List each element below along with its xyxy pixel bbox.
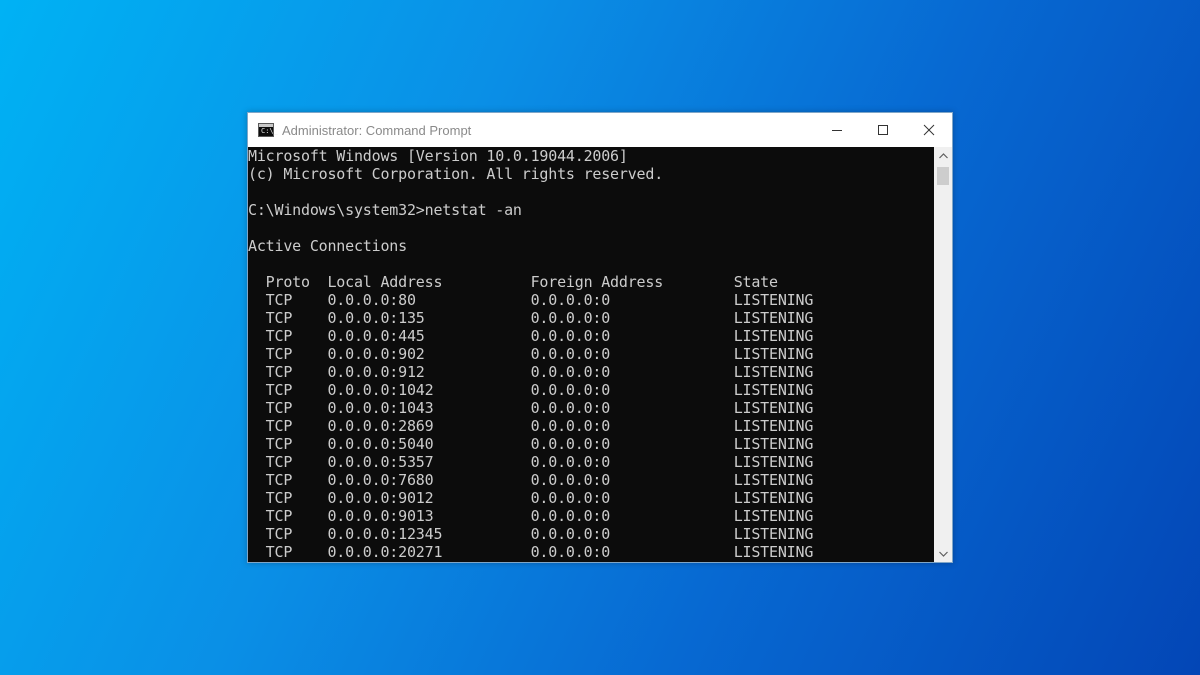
maximize-button[interactable] [860,113,906,147]
scroll-down-button[interactable] [934,545,952,562]
console-line: TCP 0.0.0.0:9013 0.0.0.0:0 LISTENING [248,507,814,525]
scroll-up-button[interactable] [934,147,952,164]
console-line: TCP 0.0.0.0:5357 0.0.0.0:0 LISTENING [248,453,814,471]
maximize-icon [878,125,888,135]
scrollbar-thumb[interactable] [937,167,949,185]
scroll-up-arrow-icon [938,152,948,158]
console-line: TCP 0.0.0.0:1042 0.0.0.0:0 LISTENING [248,381,814,399]
console-line: TCP 0.0.0.0:9012 0.0.0.0:0 LISTENING [248,489,814,507]
console-line: TCP 0.0.0.0:445 0.0.0.0:0 LISTENING [248,327,814,345]
window-title: Administrator: Command Prompt [282,122,472,138]
console-line: TCP 0.0.0.0:12345 0.0.0.0:0 LISTENING [248,525,814,543]
console-line: TCP 0.0.0.0:5040 0.0.0.0:0 LISTENING [248,435,814,453]
console-line: Microsoft Windows [Version 10.0.19044.20… [248,147,628,165]
console-line: TCP 0.0.0.0:2869 0.0.0.0:0 LISTENING [248,417,814,435]
console-line: TCP 0.0.0.0:1043 0.0.0.0:0 LISTENING [248,399,814,417]
console-line: Active Connections [248,237,407,255]
console-lines: Microsoft Windows [Version 10.0.19044.20… [248,147,934,561]
console-line: TCP 0.0.0.0:912 0.0.0.0:0 LISTENING [248,363,814,381]
console-line: C:\Windows\system32>netstat -an [248,201,522,219]
console-line: TCP 0.0.0.0:20271 0.0.0.0:0 LISTENING [248,543,814,561]
console-line: TCP 0.0.0.0:7680 0.0.0.0:0 LISTENING [248,471,814,489]
close-icon [923,124,935,136]
vertical-scrollbar[interactable] [934,147,952,562]
console-line: Proto Local Address Foreign Address Stat… [248,273,778,291]
command-prompt-window: C:\_ Administrator: Command Prompt Micro… [247,112,953,563]
close-button[interactable] [906,113,952,147]
console-line: (c) Microsoft Corporation. All rights re… [248,165,664,183]
console-line: TCP 0.0.0.0:80 0.0.0.0:0 LISTENING [248,291,814,309]
console-output[interactable]: Microsoft Windows [Version 10.0.19044.20… [248,147,934,562]
title-bar[interactable]: C:\_ Administrator: Command Prompt [248,113,952,147]
cmd-app-icon-label: C:\_ [261,127,278,135]
console-line: TCP 0.0.0.0:135 0.0.0.0:0 LISTENING [248,309,814,327]
minimize-button[interactable] [814,113,860,147]
cmd-app-icon[interactable]: C:\_ [258,123,278,137]
minimize-icon [832,130,842,131]
scroll-down-arrow-icon [938,551,948,557]
console-line: TCP 0.0.0.0:902 0.0.0.0:0 LISTENING [248,345,814,363]
